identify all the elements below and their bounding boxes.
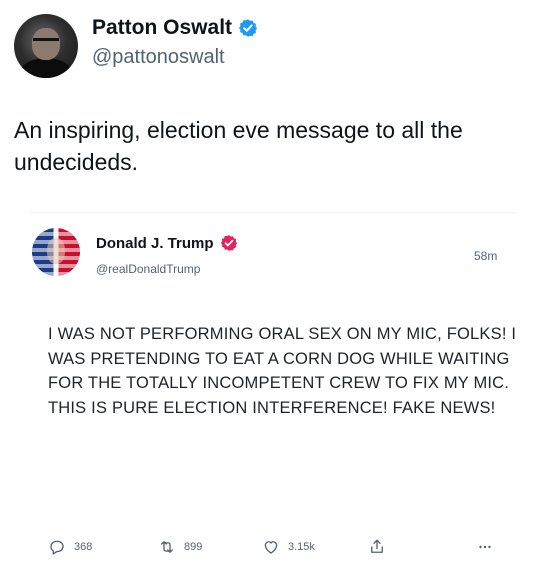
verified-badge-icon [220,234,238,252]
reply-button[interactable]: 368 [48,538,92,556]
like-count: 3.15k [288,541,315,553]
divider [30,212,516,213]
author-handle[interactable]: @pattonoswalt [92,46,225,69]
more-icon [476,538,494,556]
repost-icon [158,538,176,556]
author-name[interactable]: Patton Oswalt [92,16,232,40]
repost-button[interactable]: 899 [158,538,202,556]
reply-count: 368 [74,541,93,553]
reply-icon [48,538,66,556]
action-bar: 368 899 3.15k [0,538,540,562]
avatar-glasses-shape [33,38,59,47]
more-button[interactable] [476,538,494,556]
embedded-author-name-row: Donald J. Trump [96,234,238,252]
embedded-post-time[interactable]: 58m [474,249,497,263]
embedded-post-text: I WAS NOT PERFORMING ORAL SEX ON MY MIC,… [48,325,517,417]
author-avatar[interactable] [14,14,78,78]
share-button[interactable] [368,538,386,556]
like-icon [262,538,280,556]
like-button[interactable]: 3.15k [262,538,315,556]
avatar-face-shape [47,238,65,264]
embedded-author-handle[interactable]: @realDonaldTrump [96,262,200,276]
embedded-author-name[interactable]: Donald J. Trump [96,235,214,252]
tweet-text: An inspiring, election eve message to al… [14,117,463,175]
embedded-author-avatar[interactable] [32,228,80,276]
share-icon [368,538,386,556]
repost-count: 899 [184,541,203,553]
author-name-row: Patton Oswalt [92,16,258,40]
avatar-body-shape [20,58,72,78]
verified-badge-icon [238,18,258,38]
